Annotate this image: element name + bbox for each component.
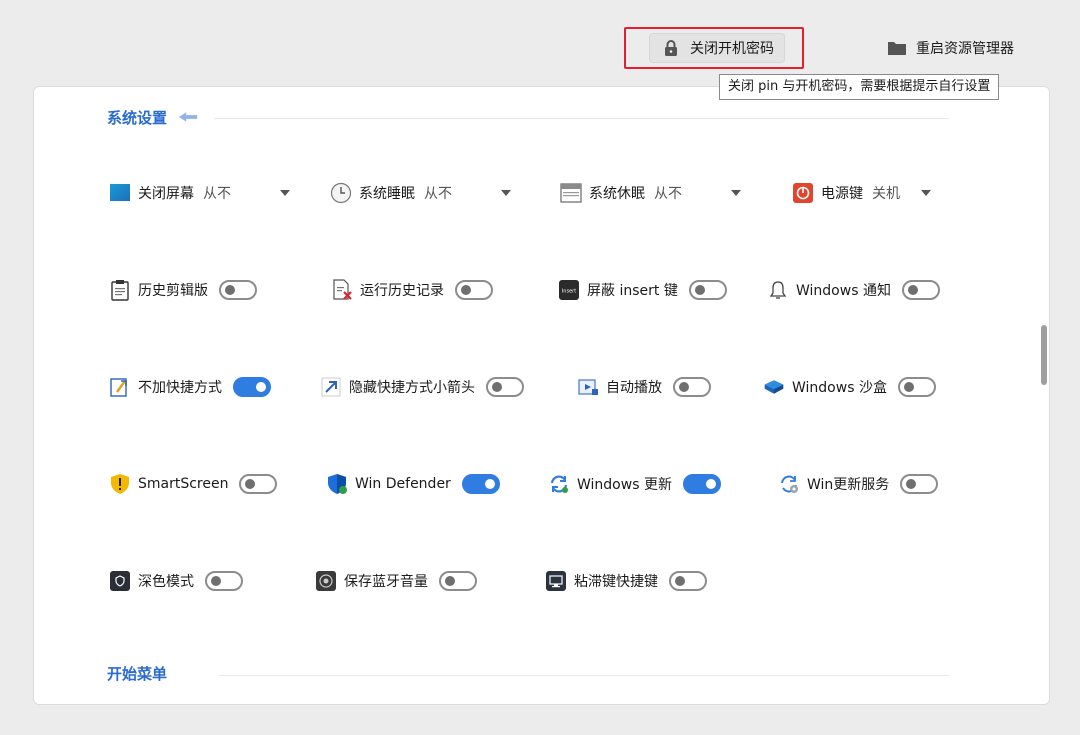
toggle-switch[interactable]: [219, 280, 257, 300]
dark-mode-icon: [109, 570, 131, 592]
run-history-icon: [331, 279, 353, 301]
toggle-label: 运行历史记录: [360, 283, 444, 299]
toggle-label: 不加快捷方式: [138, 380, 222, 396]
sandbox-icon: [763, 376, 785, 398]
toggle-switch[interactable]: [897, 377, 936, 397]
toggle-windows-sandbox[interactable]: Windows 沙盒: [763, 375, 936, 399]
dropdown-power-button[interactable]: 电源键 关机: [792, 181, 931, 205]
bluetooth-volume-icon: [315, 570, 337, 592]
toggle-windows-update[interactable]: Windows 更新: [548, 472, 721, 496]
dropdown-screen-off[interactable]: 关闭屏幕 从不: [109, 181, 290, 205]
section-title-start-text: 开始菜单: [107, 665, 168, 683]
clock-icon: [330, 182, 352, 204]
chevron-down-icon[interactable]: [280, 190, 290, 196]
screen-icon: [109, 182, 131, 204]
disable-boot-password-button[interactable]: 关闭开机密码: [649, 33, 785, 63]
toggle-win-update-service[interactable]: Win更新服务: [778, 472, 939, 496]
toggle-run-history[interactable]: 运行历史记录: [331, 278, 493, 302]
section-title-start-menu: 开始菜单: [107, 663, 167, 684]
dropdown-value: 从不: [203, 186, 231, 202]
defender-icon: [326, 473, 348, 495]
shield-warning-icon: [109, 473, 131, 495]
arrow-icon: [320, 376, 342, 398]
toggle-label: 自动播放: [606, 380, 662, 396]
toggle-switch[interactable]: [205, 571, 243, 591]
toggle-label: Windows 更新: [577, 477, 672, 493]
chevron-down-icon[interactable]: [921, 190, 931, 196]
dropdown-label: 关闭屏幕: [138, 186, 194, 202]
chevron-down-icon[interactable]: [501, 190, 511, 196]
toggle-switch[interactable]: [239, 474, 278, 494]
toggle-autoplay[interactable]: 自动播放: [577, 375, 711, 399]
toggle-switch[interactable]: [461, 474, 500, 494]
autoplay-icon: [577, 376, 599, 398]
toggle-sticky-keys[interactable]: 粘滞键快捷键: [545, 569, 707, 593]
shortcut-icon: [109, 376, 131, 398]
toggle-switch[interactable]: [900, 474, 939, 494]
toggle-label: 隐藏快捷方式小箭头: [349, 380, 475, 396]
toggle-switch[interactable]: [669, 571, 707, 591]
top-toolbar: 关闭开机密码 重启资源管理器 关闭 pin 与开机密码，需要根据提示自行设置: [0, 0, 1080, 100]
section-title-system: 系统设置: [107, 106, 199, 128]
toggle-label: 历史剪辑版: [138, 283, 208, 299]
toggle-switch[interactable]: [439, 571, 477, 591]
toggle-smartscreen[interactable]: SmartScreen: [109, 472, 278, 496]
dropdown-label: 系统睡眠: [359, 186, 415, 202]
toggle-hide-shortcut-arrow[interactable]: 隐藏快捷方式小箭头: [320, 375, 524, 399]
toggle-label: 屏蔽 insert 键: [587, 283, 678, 299]
toggle-label: 保存蓝牙音量: [344, 574, 428, 590]
disable-boot-password-label: 关闭开机密码: [690, 41, 774, 57]
dropdown-system-hibernate[interactable]: 系统休眠 从不: [560, 181, 741, 205]
update-icon: [548, 473, 570, 495]
toggle-switch[interactable]: [688, 280, 727, 300]
clipboard-icon: [109, 279, 131, 301]
update-service-icon: [778, 473, 800, 495]
scrollbar-thumb[interactable]: [1041, 325, 1047, 385]
toggle-label: 深色模式: [138, 574, 194, 590]
toggle-switch[interactable]: [673, 377, 711, 397]
toggle-no-shortcut-suffix[interactable]: 不加快捷方式: [109, 375, 271, 399]
toggle-dark-mode[interactable]: 深色模式: [109, 569, 243, 593]
dropdown-value: 从不: [654, 186, 682, 202]
toggle-switch[interactable]: [455, 280, 493, 300]
toggle-label: Windows 通知: [796, 283, 891, 299]
tooltip: 关闭 pin 与开机密码，需要根据提示自行设置: [719, 74, 1000, 100]
dropdown-label: 电源键: [821, 186, 863, 202]
toggle-switch[interactable]: [901, 280, 940, 300]
toggle-label: Win Defender: [355, 476, 451, 492]
settings-panel: 系统设置 关闭屏幕 从不 系统睡眠 从不 系统休眠 从不 电源键 关机 历史剪辑…: [33, 86, 1050, 705]
toggle-label: SmartScreen: [138, 476, 229, 492]
sticky-keys-icon: [545, 570, 567, 592]
chevron-down-icon[interactable]: [731, 190, 741, 196]
toggle-switch[interactable]: [682, 474, 721, 494]
restart-explorer-label: 重启资源管理器: [916, 41, 1014, 57]
insert-key-icon: Insert: [558, 279, 580, 301]
section-arrow-icon: [177, 106, 199, 128]
toggle-label: 粘滞键快捷键: [574, 574, 658, 590]
section-divider: [219, 675, 949, 676]
dropdown-value: 从不: [424, 186, 452, 202]
toggle-label: Win更新服务: [807, 477, 890, 493]
toggle-save-bluetooth-volume[interactable]: 保存蓝牙音量: [315, 569, 477, 593]
toggle-switch[interactable]: [233, 377, 271, 397]
toggle-label: Windows 沙盒: [792, 380, 887, 396]
section-divider: [214, 118, 949, 119]
section-title-system-text: 系统设置: [107, 108, 168, 127]
lock-icon: [660, 37, 682, 59]
folder-icon: [886, 37, 908, 59]
hibernate-icon: [560, 182, 582, 204]
toggle-win-defender[interactable]: Win Defender: [326, 472, 500, 496]
restart-explorer-button[interactable]: 重启资源管理器: [876, 33, 1024, 63]
toggle-clipboard-history[interactable]: 历史剪辑版: [109, 278, 257, 302]
bell-icon: [767, 279, 789, 301]
power-icon: [792, 182, 814, 204]
dropdown-system-sleep[interactable]: 系统睡眠 从不: [330, 181, 511, 205]
dropdown-label: 系统休眠: [589, 186, 645, 202]
toggle-block-insert-key[interactable]: Insert 屏蔽 insert 键: [558, 278, 727, 302]
toggle-switch[interactable]: [486, 377, 524, 397]
insert-key-badge-text: Insert: [562, 289, 576, 295]
dropdown-value: 关机: [872, 186, 900, 202]
toggle-windows-notification[interactable]: Windows 通知: [767, 278, 940, 302]
